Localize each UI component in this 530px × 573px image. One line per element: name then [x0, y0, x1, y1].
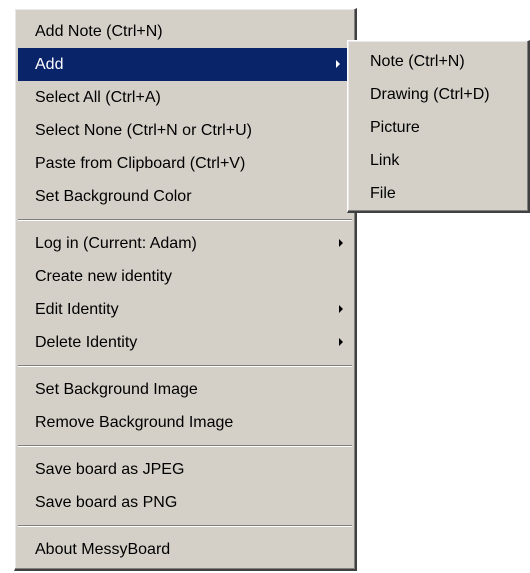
- menu-item-remove-background-image[interactable]: Remove Background Image: [15, 406, 355, 439]
- submenu-arrow-icon: [339, 305, 343, 313]
- menu-item-about[interactable]: About MessyBoard: [15, 533, 355, 566]
- menu-item-select-none[interactable]: Select None (Ctrl+N or Ctrl+U): [15, 114, 355, 147]
- submenu-item-file[interactable]: File: [348, 177, 528, 210]
- menu-item-paste-from-clipboard[interactable]: Paste from Clipboard (Ctrl+V): [15, 147, 355, 180]
- menu-item-save-png[interactable]: Save board as PNG: [15, 486, 355, 519]
- menu-separator: [18, 219, 352, 221]
- menu-item-log-in-label: Log in (Current: Adam): [35, 235, 197, 252]
- menu-item-select-all[interactable]: Select All (Ctrl+A): [15, 81, 355, 114]
- submenu-item-note[interactable]: Note (Ctrl+N): [348, 45, 528, 78]
- submenu-item-link[interactable]: Link: [348, 144, 528, 177]
- submenu-item-picture[interactable]: Picture: [348, 111, 528, 144]
- menu-separator: [18, 365, 352, 367]
- submenu-arrow-icon: [339, 239, 343, 247]
- context-menu: Add Note (Ctrl+N) Add Select All (Ctrl+A…: [14, 8, 357, 571]
- menu-item-set-background-color[interactable]: Set Background Color: [15, 180, 355, 213]
- submenu-arrow-icon: [336, 60, 340, 68]
- menu-item-edit-identity-label: Edit Identity: [35, 301, 119, 318]
- menu-separator: [18, 445, 352, 447]
- submenu-arrow-icon: [339, 338, 343, 346]
- menu-item-create-new-identity[interactable]: Create new identity: [15, 260, 355, 293]
- menu-item-edit-identity[interactable]: Edit Identity: [15, 293, 355, 326]
- menu-item-set-background-image[interactable]: Set Background Image: [15, 373, 355, 406]
- add-submenu: Note (Ctrl+N) Drawing (Ctrl+D) Picture L…: [347, 40, 530, 213]
- submenu-item-drawing[interactable]: Drawing (Ctrl+D): [348, 78, 528, 111]
- menu-item-log-in[interactable]: Log in (Current: Adam): [15, 227, 355, 260]
- menu-item-add-label: Add: [35, 56, 64, 73]
- menu-item-save-jpeg[interactable]: Save board as JPEG: [15, 453, 355, 486]
- menu-item-add[interactable]: Add: [18, 48, 352, 81]
- menu-item-delete-identity-label: Delete Identity: [35, 334, 138, 351]
- menu-item-delete-identity[interactable]: Delete Identity: [15, 326, 355, 359]
- menu-separator: [18, 525, 352, 527]
- menu-item-add-note[interactable]: Add Note (Ctrl+N): [15, 15, 355, 48]
